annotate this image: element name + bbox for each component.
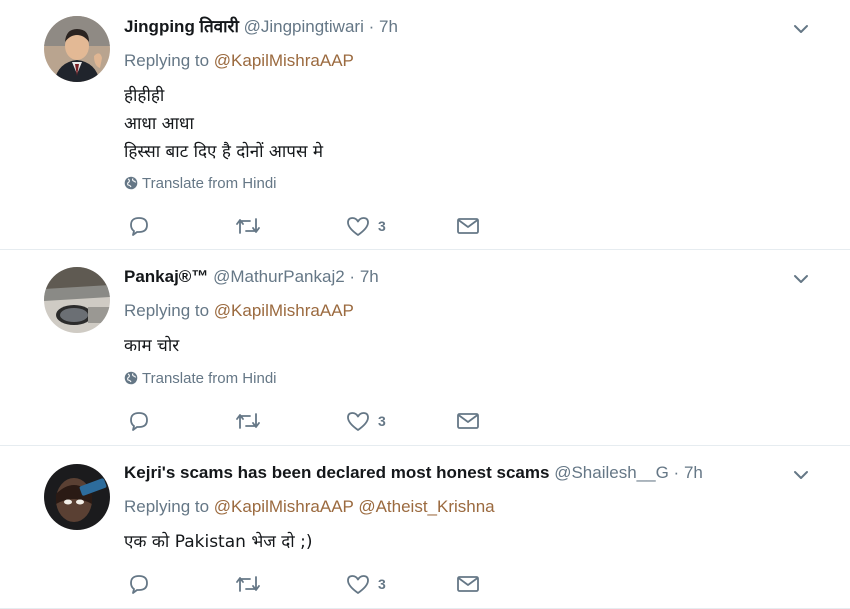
translate-link[interactable]: Translate from Hindi	[124, 369, 277, 389]
retweet-button[interactable]	[234, 571, 262, 597]
heart-icon	[347, 575, 369, 594]
display-name[interactable]: Jingping तिवारी	[124, 17, 239, 36]
reply-icon	[130, 575, 148, 594]
mention-link[interactable]: @KapilMishraAAP	[214, 51, 354, 70]
mention-link[interactable]: @KapilMishraAAP	[214, 301, 354, 320]
timestamp[interactable]: 7h	[684, 463, 703, 482]
retweet-button[interactable]	[234, 408, 262, 434]
globe-icon	[124, 176, 138, 190]
retweet-icon	[236, 218, 260, 234]
tweet-text: एक को Pakistan भेज दो ;)	[124, 528, 312, 556]
tweet-text: काम चोर	[124, 332, 179, 360]
display-name[interactable]: Pankaj®™	[124, 267, 208, 286]
timestamp[interactable]: 7h	[379, 17, 398, 36]
tweet-3[interactable]: Kejri's scams has been declared most hon…	[0, 446, 850, 609]
direct-message-button[interactable]	[456, 213, 480, 239]
like-count: 3	[378, 413, 386, 429]
replying-to-label: Replying to	[124, 51, 210, 70]
tweet-text-line: काम चोर	[124, 336, 180, 356]
tweet-1[interactable]: Jingping तिवारी @Jingpingtiwari · 7h Rep…	[0, 0, 850, 250]
display-name[interactable]: Kejri's scams has been declared most hon…	[124, 463, 549, 482]
replying-to-label: Replying to	[124, 497, 210, 516]
like-button[interactable]: 3	[346, 408, 386, 434]
avatar[interactable]	[44, 16, 110, 82]
direct-message-button[interactable]	[456, 408, 480, 434]
user-handle[interactable]: @MathurPankaj2	[213, 267, 345, 286]
avatar[interactable]	[44, 464, 110, 530]
timestamp[interactable]: 7h	[360, 267, 379, 286]
chevron-down-icon[interactable]	[790, 464, 812, 486]
mention-link[interactable]: @Atheist_Krishna	[358, 497, 494, 516]
like-count: 3	[378, 218, 386, 234]
reply-button[interactable]	[128, 408, 150, 434]
chevron-down-icon[interactable]	[790, 268, 812, 290]
tweet-text-line: हिस्सा बाट दिए है दोनों आपस मे	[124, 142, 324, 162]
heart-icon	[347, 412, 369, 431]
translate-label: Translate from Hindi	[142, 370, 277, 387]
globe-icon	[124, 371, 138, 385]
reply-icon	[130, 217, 148, 236]
retweet-button[interactable]	[234, 213, 262, 239]
retweet-icon	[236, 413, 260, 429]
envelope-icon	[457, 413, 479, 429]
replying-to: Replying to @KapilMishraAAP	[124, 300, 354, 322]
replying-to: Replying to @KapilMishraAAP	[124, 50, 354, 72]
tweet-text-line: एक को Pakistan भेज दो ;)	[124, 532, 313, 552]
direct-message-button[interactable]	[456, 571, 480, 597]
tweet-text-line: आधा आधा	[124, 114, 194, 134]
tweet-2[interactable]: Pankaj®™ @MathurPankaj2 · 7h Replying to…	[0, 250, 850, 446]
separator-dot: ·	[368, 17, 375, 36]
like-button[interactable]: 3	[346, 213, 386, 239]
reply-button[interactable]	[128, 571, 150, 597]
reply-button[interactable]	[128, 213, 150, 239]
envelope-icon	[457, 218, 479, 234]
tweet-text: हीहीही आधा आधा हिस्सा बाट दिए है दोनों आ…	[124, 82, 323, 166]
like-button[interactable]: 3	[346, 571, 386, 597]
mention-link[interactable]: @KapilMishraAAP	[214, 497, 354, 516]
separator-dot: ·	[673, 463, 680, 482]
tweet-header: Jingping तिवारी @Jingpingtiwari · 7h	[124, 16, 398, 38]
retweet-icon	[236, 576, 260, 592]
user-handle[interactable]: @Shailesh__G	[554, 463, 669, 482]
translate-label: Translate from Hindi	[142, 175, 277, 192]
tweet-text-line: हीहीही	[124, 86, 165, 106]
user-handle[interactable]: @Jingpingtiwari	[244, 17, 364, 36]
avatar[interactable]	[44, 267, 110, 333]
separator-dot: ·	[349, 267, 356, 286]
like-count: 3	[378, 576, 386, 592]
reply-icon	[130, 412, 148, 431]
heart-icon	[347, 217, 369, 236]
envelope-icon	[457, 576, 479, 592]
tweet-header: Pankaj®™ @MathurPankaj2 · 7h	[124, 266, 379, 288]
chevron-down-icon[interactable]	[790, 18, 812, 40]
tweet-header: Kejri's scams has been declared most hon…	[124, 462, 703, 484]
replying-to-label: Replying to	[124, 301, 210, 320]
translate-link[interactable]: Translate from Hindi	[124, 174, 277, 194]
replying-to: Replying to @KapilMishraAAP @Atheist_Kri…	[124, 496, 495, 518]
